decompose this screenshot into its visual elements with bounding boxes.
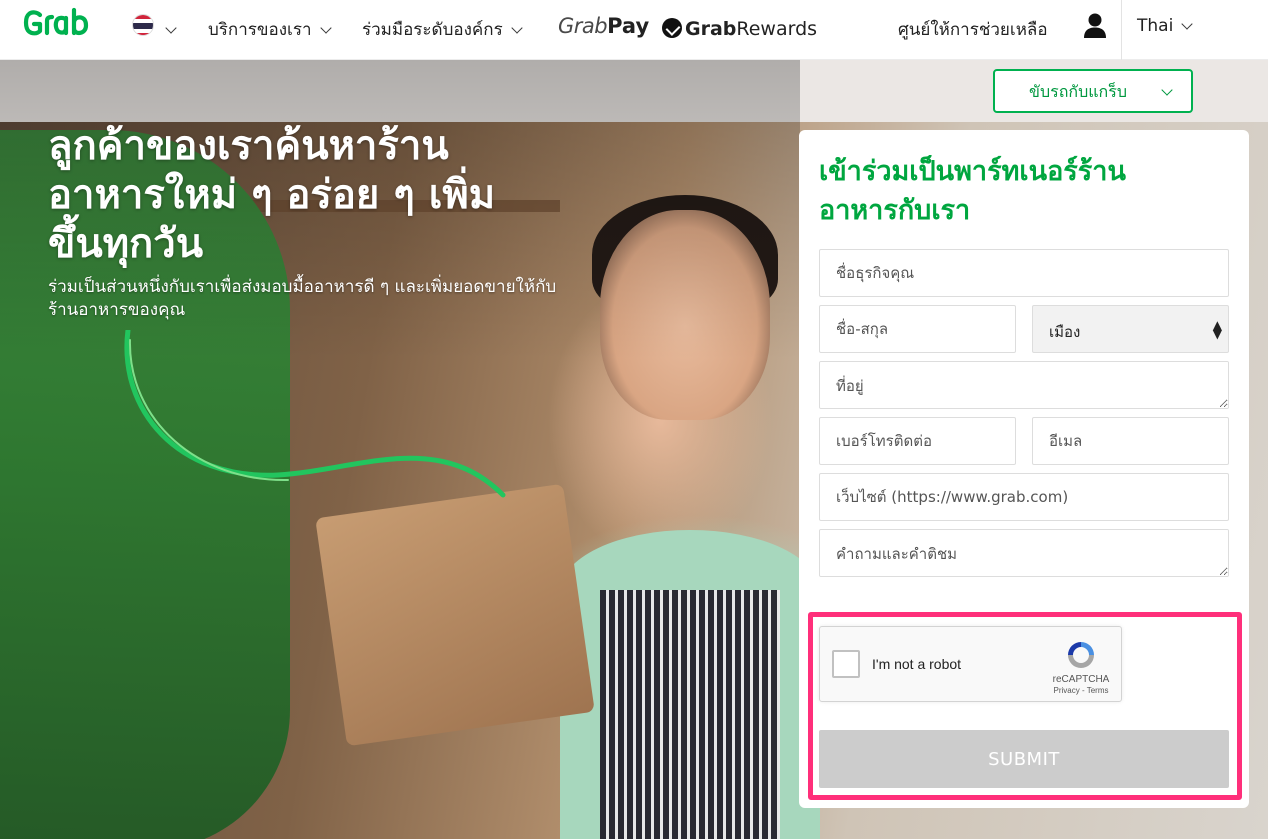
language-label: Thai <box>1137 16 1174 36</box>
hero-section: ขับรถกับแกร็บ ลูกค้าของเราค้นหาร้าน อาหา… <box>0 60 1268 839</box>
business-name-input[interactable] <box>819 249 1229 297</box>
hero-subtitle-line: ร่วมเป็นส่วนหนึ่งกับเราเพื่อส่งมอบมื้ออา… <box>48 277 557 297</box>
form-title-line: อาหารกับเรา <box>819 195 971 226</box>
rewards-logo-rewards: Rewards <box>736 18 818 40</box>
city-select-value: เมือง <box>1049 323 1081 341</box>
chevron-down-icon <box>1181 18 1193 30</box>
email-input[interactable] <box>1032 417 1229 465</box>
hero-title-line: ขึ้นทุกวัน <box>48 221 204 267</box>
country-chevron-down-icon[interactable] <box>165 22 177 34</box>
grab-logo-icon <box>23 7 89 36</box>
form-title: เข้าร่วมเป็นพาร์ทเนอร์ร้าน อาหารกับเรา <box>819 152 1229 230</box>
nav-divider <box>1121 0 1122 60</box>
restaurant-partner-form: เข้าร่วมเป็นพาร์ทเนอร์ร้าน อาหารกับเรา เ… <box>799 130 1249 808</box>
rewards-icon <box>662 18 682 38</box>
recaptcha-checkbox[interactable] <box>832 650 860 678</box>
hero-title-line: อาหารใหม่ ๆ อร่อย ๆ เพิ่ม <box>48 172 496 218</box>
help-center-link[interactable]: ศูนย์ให้การช่วยเหลือ <box>898 16 1048 43</box>
chevron-down-icon <box>319 22 332 34</box>
questions-textarea[interactable] <box>819 529 1229 577</box>
rewards-logo-grab: Grab <box>685 18 737 40</box>
city-select[interactable]: เมือง ▲ ▼ <box>1032 305 1229 353</box>
nav-partner-label: ร่วมมือระดับองค์กร <box>362 20 503 40</box>
form-title-line: เข้าร่วมเป็นพาร์ทเนอร์ร้าน <box>819 156 1126 187</box>
top-navigation: บริการของเรา ร่วมมือระดับองค์กร GrabPay … <box>0 0 1268 60</box>
website-input[interactable] <box>819 473 1229 521</box>
recaptcha-widget: I'm not a robot reCAPTCHA Privacy - Term… <box>819 626 1122 702</box>
user-icon[interactable] <box>1083 13 1107 39</box>
recaptcha-brand: reCAPTCHA <box>1052 674 1110 685</box>
grabpay-logo-grab: Grab <box>558 14 608 38</box>
grab-logo[interactable] <box>22 6 114 42</box>
background-apron <box>600 590 780 839</box>
language-selector[interactable]: Thai <box>1137 16 1193 36</box>
full-name-input[interactable] <box>819 305 1016 353</box>
thailand-flag-icon[interactable] <box>132 14 154 36</box>
green-swoosh-decoration <box>124 330 506 498</box>
chevron-down-icon <box>511 22 523 34</box>
submit-button[interactable]: SUBMIT <box>819 730 1229 788</box>
phone-input[interactable] <box>819 417 1016 465</box>
hero-subtitle-line: ร้านอาหารของคุณ <box>48 300 186 320</box>
chevron-down-icon <box>1161 84 1173 96</box>
nav-services[interactable]: บริการของเรา <box>208 16 332 43</box>
recaptcha-privacy-terms[interactable]: Privacy - Terms <box>1046 686 1116 695</box>
hero-title: ลูกค้าของเราค้นหาร้าน อาหารใหม่ ๆ อร่อย … <box>48 122 608 269</box>
recaptcha-label: I'm not a robot <box>872 656 962 672</box>
address-textarea[interactable] <box>819 361 1229 409</box>
drive-dropdown-label: ขับรถกับแกร็บ <box>1029 82 1127 101</box>
recaptcha-icon <box>1068 642 1094 668</box>
nav-enterprise-partner[interactable]: ร่วมมือระดับองค์กร <box>362 16 523 43</box>
hero-title-line: ลูกค้าของเราค้นหาร้าน <box>48 123 449 169</box>
drive-with-grab-dropdown[interactable]: ขับรถกับแกร็บ <box>993 69 1193 113</box>
grabrewards-link[interactable]: GrabRewards <box>662 15 817 41</box>
select-updown-icon: ▲ ▼ <box>1212 318 1222 341</box>
grabpay-logo-pay: Pay <box>607 14 650 38</box>
nav-services-label: บริการของเรา <box>208 20 312 40</box>
hero-subtitle: ร่วมเป็นส่วนหนึ่งกับเราเพื่อส่งมอบมื้ออา… <box>48 276 608 322</box>
grabpay-link[interactable]: GrabPay <box>558 14 649 38</box>
